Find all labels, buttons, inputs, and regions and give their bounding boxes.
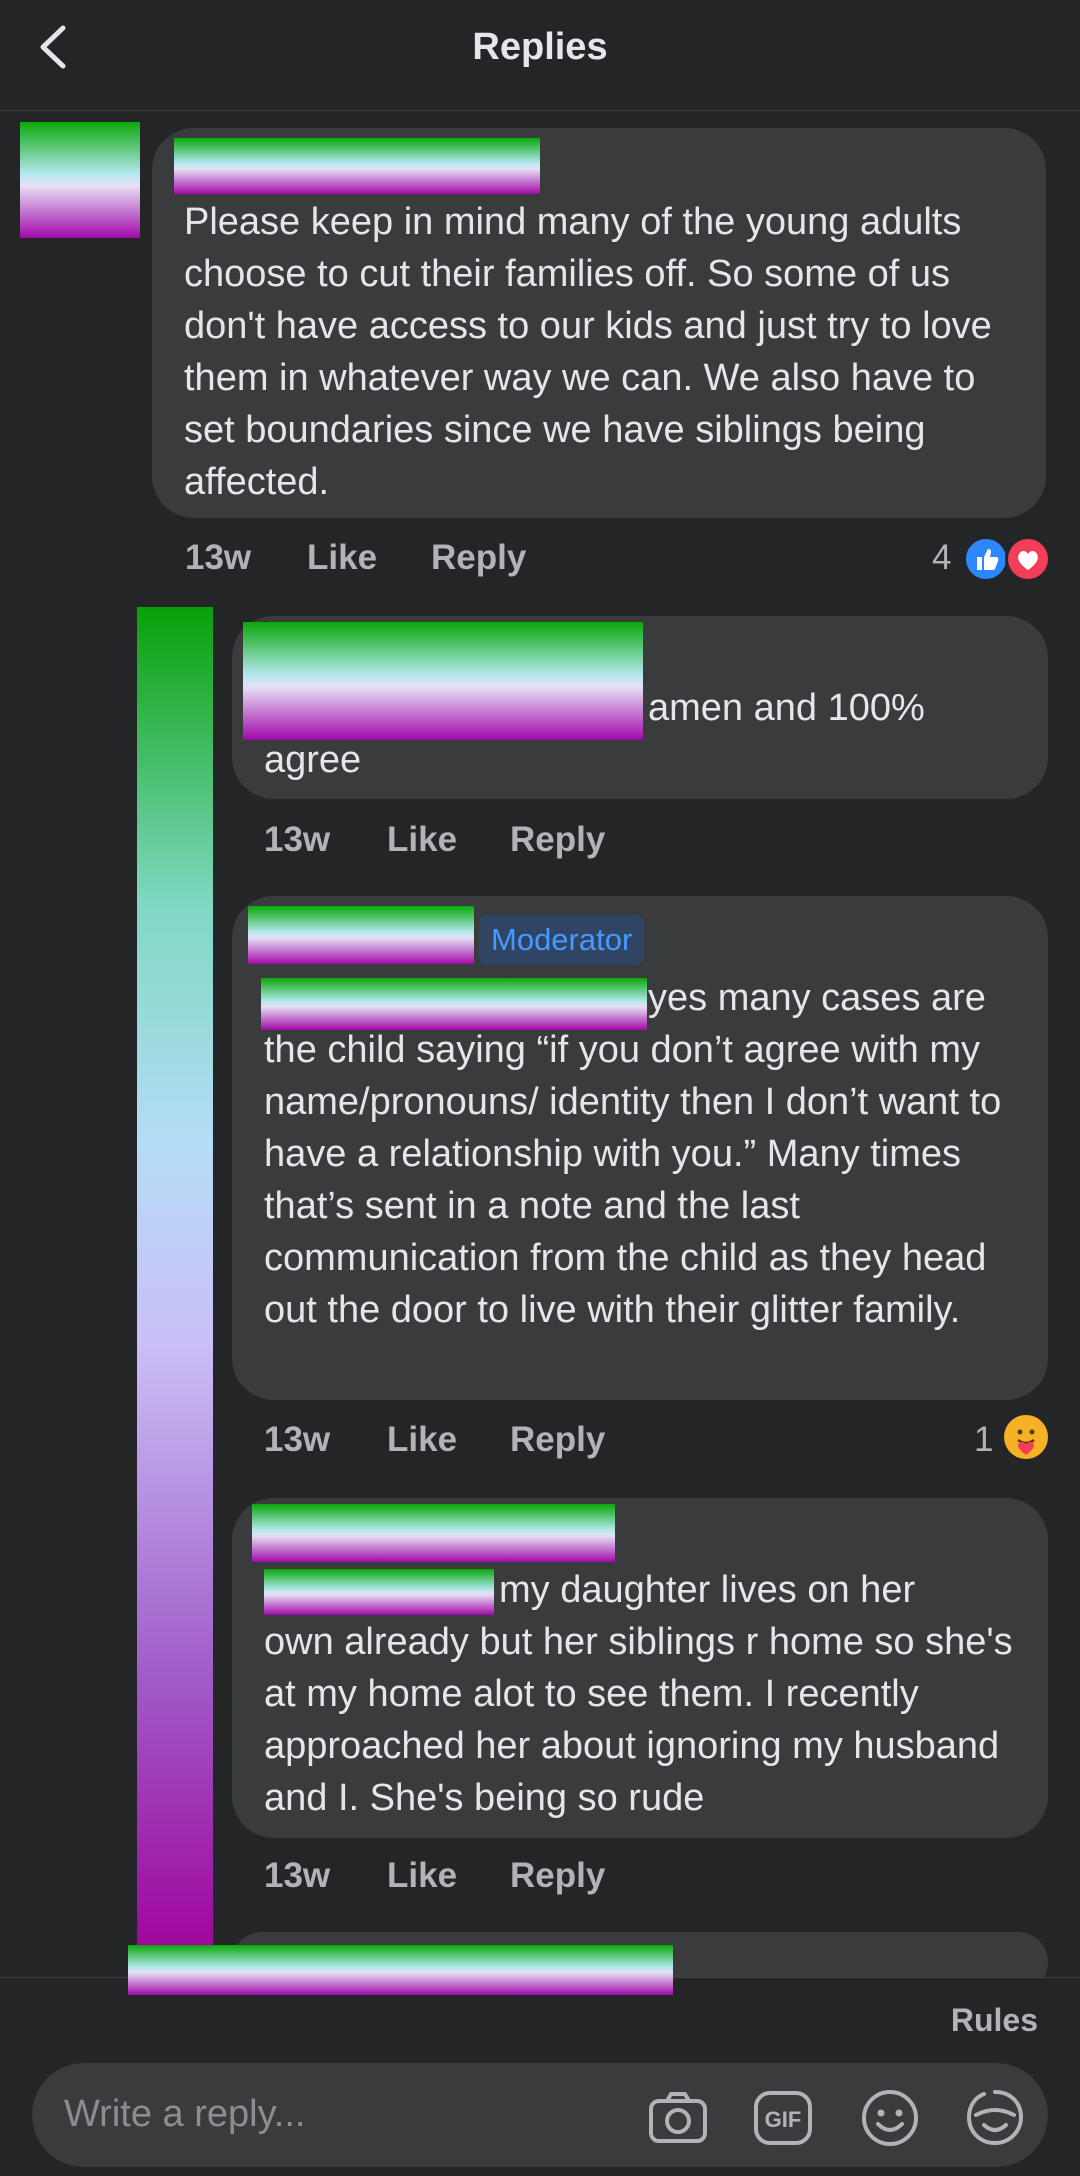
gif-icon[interactable]: GIF <box>752 2087 814 2149</box>
redacted-author-name[interactable] <box>243 622 643 740</box>
redacted-author-name[interactable] <box>252 1504 615 1562</box>
redacted-mention[interactable] <box>264 1569 494 1615</box>
redacted-bar <box>128 1945 673 1995</box>
like-button[interactable]: Like <box>387 1856 457 1896</box>
like-button[interactable]: Like <box>307 538 377 578</box>
reaction-count[interactable]: 4 <box>932 538 951 578</box>
emoji-icon[interactable] <box>859 2087 921 2149</box>
comment-text: Please keep in mind many of the young ad… <box>184 201 992 503</box>
redacted-mention[interactable] <box>261 978 647 1030</box>
redacted-thread-line <box>137 607 213 1947</box>
page-title: Replies <box>472 26 608 68</box>
like-button[interactable]: Like <box>387 820 457 860</box>
comment-text-line1: my daughter lives on her <box>499 1569 916 1611</box>
reply-placeholder[interactable]: Write a reply... <box>64 2093 305 2136</box>
comment-text-line1: amen and 100% <box>648 687 925 729</box>
comment-time[interactable]: 13w <box>264 1856 330 1896</box>
camera-icon[interactable] <box>647 2087 709 2149</box>
comment-text-line1: yes many cases are <box>648 977 986 1019</box>
comment-time[interactable]: 13w <box>264 1420 330 1460</box>
redacted-avatar <box>20 122 140 238</box>
reply-button[interactable]: Reply <box>510 820 605 860</box>
comment-time[interactable]: 13w <box>185 538 251 578</box>
love-reaction-icon <box>1005 536 1051 582</box>
reply-button[interactable]: Reply <box>510 1420 605 1460</box>
like-button[interactable]: Like <box>387 1420 457 1460</box>
redacted-author-name[interactable] <box>248 906 474 964</box>
comment-text: own already but her siblings r home so s… <box>264 1621 1013 1819</box>
care-reaction-icon <box>1004 1415 1048 1459</box>
like-reaction-icon <box>963 536 1009 582</box>
comment-text: the child saying “if you don’t agree wit… <box>264 1029 1002 1331</box>
reply-button[interactable]: Reply <box>510 1856 605 1896</box>
sticker-icon[interactable] <box>964 2087 1026 2149</box>
svg-text:GIF: GIF <box>765 2107 802 2132</box>
rules-link[interactable]: Rules <box>951 2002 1038 2039</box>
moderator-badge: Moderator <box>479 915 645 965</box>
reply-button[interactable]: Reply <box>431 538 526 578</box>
redacted-author-name[interactable] <box>174 138 540 194</box>
comment-text-line2: agree <box>264 739 362 781</box>
reaction-count[interactable]: 1 <box>974 1420 993 1460</box>
comment-time[interactable]: 13w <box>264 820 330 860</box>
